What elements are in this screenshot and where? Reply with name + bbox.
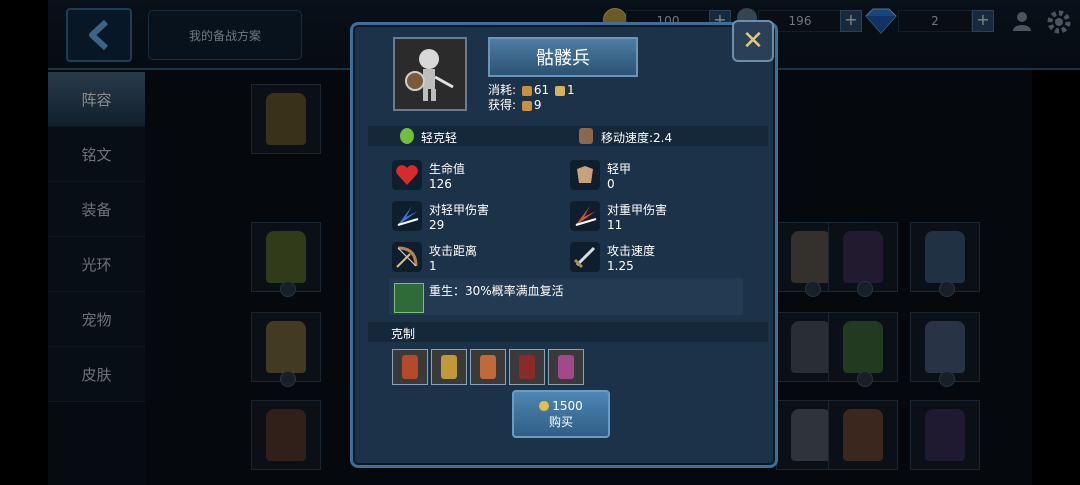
range-label: 攻击距离 xyxy=(429,244,478,258)
armor-icon xyxy=(577,166,593,183)
heavy-dmg-label: 对重甲伤害 xyxy=(607,203,668,217)
light-armor-icon xyxy=(400,128,414,144)
coin-icon xyxy=(539,400,550,411)
atk-speed-value: 1.25 xyxy=(607,259,634,273)
counter-label: 克制 xyxy=(391,327,416,341)
population-icon xyxy=(554,85,565,96)
atk-speed-stat-icon xyxy=(570,242,600,272)
range-stat-icon xyxy=(392,242,422,272)
game-screen: 我的备战方案 100 + 196 + 2 + 阵容 铭文 装备 光环 宠物 皮肤… xyxy=(0,0,1080,485)
gain-value: 9 xyxy=(533,98,542,112)
gain-label: 获得: xyxy=(488,98,517,112)
armor-stat-icon xyxy=(570,160,600,190)
armor-class: 轻克轻 xyxy=(421,131,458,145)
armor-label: 轻甲 xyxy=(607,162,632,176)
armor-value: 0 xyxy=(607,177,615,191)
unit-portrait xyxy=(393,37,467,111)
move-speed: 移动速度:2.4 xyxy=(601,131,673,145)
atk-speed-label: 攻击速度 xyxy=(607,244,656,258)
counter-unit[interactable] xyxy=(431,349,467,385)
hp-stat-icon xyxy=(392,160,422,190)
heavy-dmg-stat-icon xyxy=(570,201,600,231)
reward-icon xyxy=(521,100,532,111)
light-dmg-stat-icon xyxy=(392,201,422,231)
buy-price-row: 1500 xyxy=(539,399,583,413)
bow-icon xyxy=(396,246,418,268)
light-dmg-value: 29 xyxy=(429,218,445,232)
close-icon: ✕ xyxy=(742,26,764,56)
sword-icon xyxy=(573,246,596,269)
skeleton-icon xyxy=(405,49,454,101)
counter-unit[interactable] xyxy=(470,349,506,385)
boot-icon xyxy=(579,128,593,144)
hp-value: 126 xyxy=(429,177,452,191)
heavy-dmg-value: 11 xyxy=(607,218,623,232)
counter-band xyxy=(368,322,768,342)
close-button[interactable]: ✕ xyxy=(732,20,774,62)
heart-icon xyxy=(396,165,418,185)
buy-price: 1500 xyxy=(552,398,583,413)
light-slash-icon xyxy=(397,206,419,226)
passive-text: 重生：30%概率满血复活 xyxy=(429,284,564,298)
food-icon xyxy=(521,85,532,96)
revive-icon xyxy=(394,283,424,313)
unit-name: 骷髅兵 xyxy=(488,37,638,77)
range-value: 1 xyxy=(429,259,437,273)
counter-unit[interactable] xyxy=(392,349,428,385)
cost-label: 消耗: xyxy=(488,83,517,97)
counter-unit[interactable] xyxy=(548,349,584,385)
heavy-slash-icon xyxy=(575,206,597,226)
buy-button[interactable]: 1500 购买 xyxy=(512,390,610,438)
cost-value2: 1 xyxy=(566,83,575,97)
counter-unit[interactable] xyxy=(509,349,545,385)
light-dmg-label: 对轻甲伤害 xyxy=(429,203,490,217)
cost-value: 61 xyxy=(533,83,550,97)
gain-row: 获得: 9 xyxy=(488,96,542,113)
hp-label: 生命值 xyxy=(429,162,466,176)
buy-label: 购买 xyxy=(548,414,573,429)
